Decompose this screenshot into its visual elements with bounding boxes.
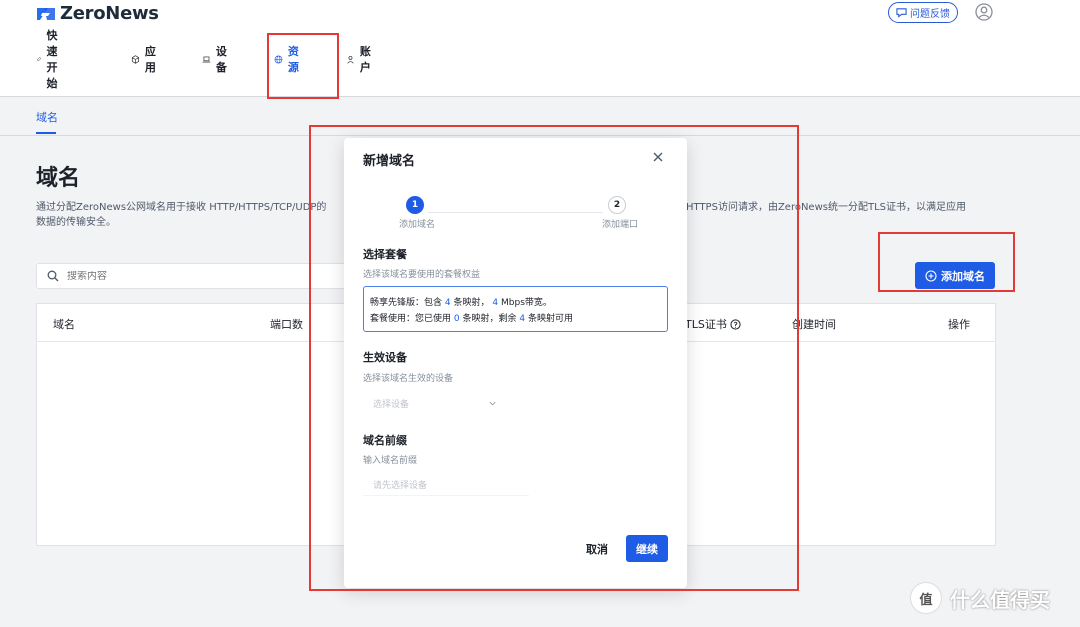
nav-label-quickstart: 快速开始 <box>46 29 58 90</box>
nav-label-account: 账户 <box>359 45 371 74</box>
col-actions: 操作 <box>948 318 970 331</box>
search-field[interactable] <box>36 263 356 289</box>
desc-line2: 数据的传输安全。 <box>36 217 116 228</box>
nav-item-account[interactable]: 账户 <box>346 45 375 74</box>
col-domain: 域名 <box>53 318 75 331</box>
tab-active-indicator <box>36 132 56 134</box>
chat-icon <box>896 8 907 18</box>
zeronews-logo-icon <box>37 7 55 20</box>
highlight-add-button <box>878 232 1015 292</box>
search-icon <box>47 270 59 282</box>
app-name: ZeroNews <box>60 3 159 24</box>
watermark: 值 什么值得买 <box>910 582 1050 614</box>
highlight-resources-tab <box>267 33 339 99</box>
highlight-modal <box>309 125 799 591</box>
watermark-text: 什么值得买 <box>950 587 1050 612</box>
nav-item-quickstart[interactable]: 快速开始 <box>36 29 65 90</box>
cube-icon <box>131 54 139 64</box>
user-icon <box>347 55 354 64</box>
top-header: ZeroNews 问题反馈 快速开始 应用 设备 资源 账户 <box>0 0 1080 97</box>
search-input[interactable] <box>67 270 267 282</box>
desc-line1: 通过分配ZeroNews公网域名用于接收 HTTP/HTTPS/TCP/UDP的 <box>36 202 327 213</box>
nav-item-apps[interactable]: 应用 <box>131 45 160 74</box>
feedback-label: 问题反馈 <box>910 9 950 20</box>
nav-item-devices[interactable]: 设备 <box>202 45 231 74</box>
laptop-icon <box>202 56 211 62</box>
app-logo[interactable]: ZeroNews <box>36 3 159 24</box>
col-ports: 端口数 <box>270 318 303 331</box>
rocket-icon <box>37 56 41 61</box>
tab-domains[interactable]: 域名 <box>36 109 58 125</box>
watermark-logo-icon: 值 <box>910 582 942 614</box>
feedback-button[interactable]: 问题反馈 <box>888 2 958 23</box>
nav-label-devices: 设备 <box>215 45 227 74</box>
nav-label-apps: 应用 <box>144 45 156 74</box>
user-avatar-icon[interactable] <box>975 3 993 21</box>
page-title: 域名 <box>36 166 81 191</box>
